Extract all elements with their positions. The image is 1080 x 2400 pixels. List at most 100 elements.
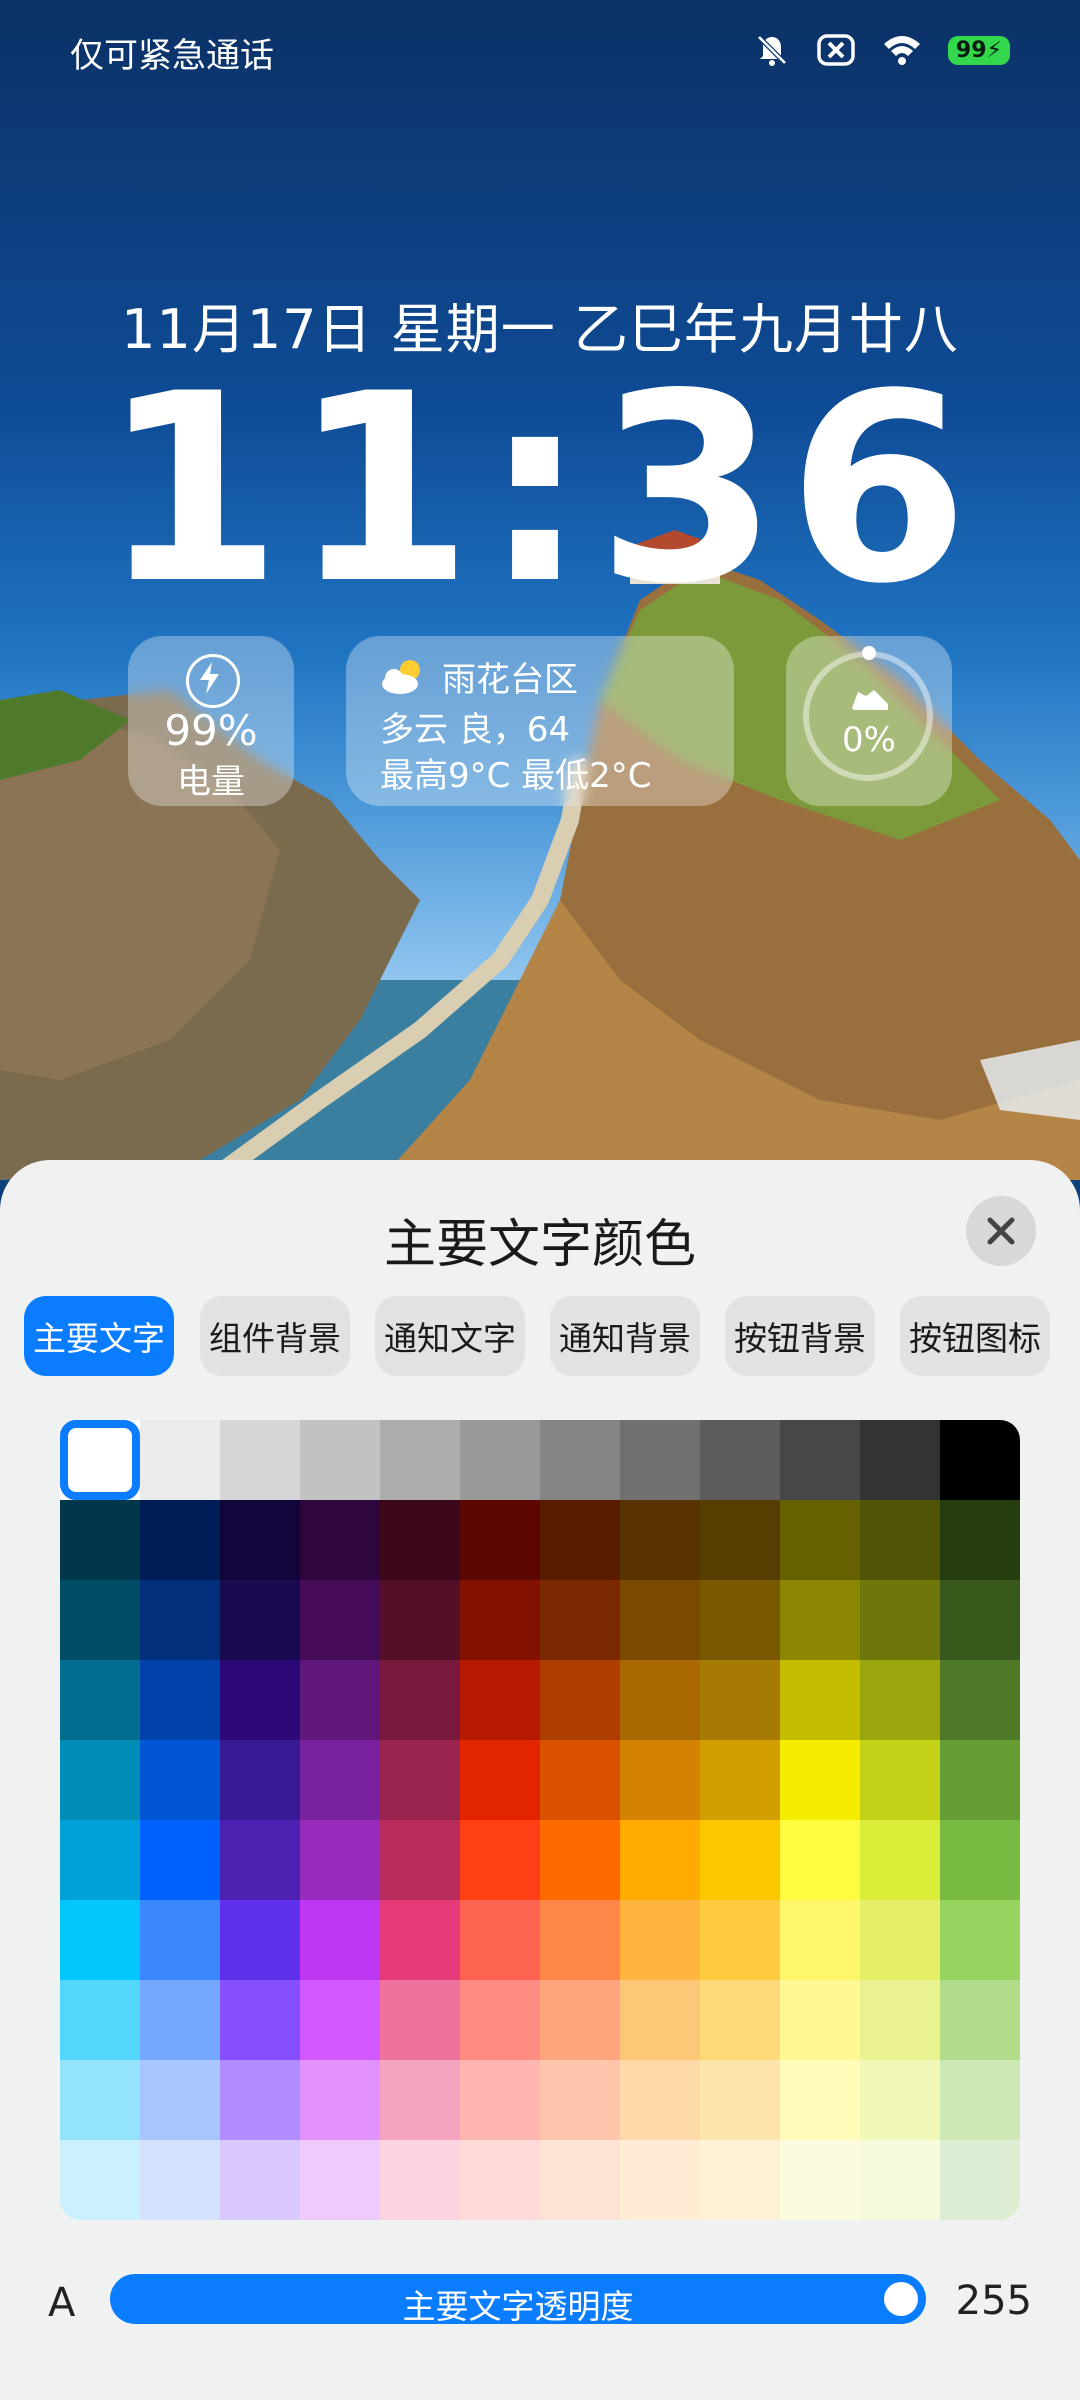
color-swatch[interactable] [60,1580,140,1660]
tab-button-icon[interactable]: 按钮图标 [900,1296,1050,1376]
color-swatch[interactable] [860,1580,940,1660]
close-button[interactable] [966,1196,1036,1266]
tab-widget-background[interactable]: 组件背景 [200,1296,350,1376]
color-swatch[interactable] [940,1500,1020,1580]
color-swatch[interactable] [780,1500,860,1580]
color-swatch[interactable] [540,1420,620,1500]
color-swatch[interactable] [780,1660,860,1740]
color-swatch[interactable] [860,1740,940,1820]
color-swatch[interactable] [940,2060,1020,2140]
color-swatch[interactable] [700,1660,780,1740]
color-swatch[interactable] [140,1660,220,1740]
color-swatch[interactable] [540,2060,620,2140]
color-swatch[interactable] [140,1420,220,1500]
color-swatch[interactable] [60,1900,140,1980]
color-swatch[interactable] [620,1900,700,1980]
color-swatch[interactable] [380,1420,460,1500]
color-swatch[interactable] [860,1980,940,2060]
color-swatch[interactable] [540,1660,620,1740]
color-swatch[interactable] [620,2140,700,2220]
color-swatch[interactable] [380,1660,460,1740]
color-swatch[interactable] [140,1500,220,1580]
color-swatch[interactable] [700,1900,780,1980]
color-swatch[interactable] [860,2140,940,2220]
selected-color-indicator[interactable] [60,1420,140,1500]
color-swatch[interactable] [540,1900,620,1980]
color-swatch[interactable] [220,2140,300,2220]
color-swatch[interactable] [940,1980,1020,2060]
color-swatch[interactable] [940,1820,1020,1900]
battery-widget[interactable]: 99% 电量 [128,636,294,806]
color-swatch[interactable] [140,1980,220,2060]
color-swatch[interactable] [300,1740,380,1820]
color-swatch[interactable] [620,1740,700,1820]
color-swatch[interactable] [140,1740,220,1820]
color-swatch[interactable] [540,1980,620,2060]
weather-widget[interactable]: 雨花台区 多云 良，64 最高9°C 最低2°C [346,636,734,806]
color-swatch[interactable] [380,2060,460,2140]
color-swatch[interactable] [860,2060,940,2140]
color-swatch[interactable] [460,1580,540,1660]
color-swatch[interactable] [460,1420,540,1500]
color-swatch[interactable] [940,2140,1020,2220]
color-swatch[interactable] [60,2140,140,2220]
color-swatch[interactable] [60,1820,140,1900]
color-swatch[interactable] [700,1500,780,1580]
color-swatch[interactable] [700,1820,780,1900]
color-swatch[interactable] [380,1820,460,1900]
color-swatch[interactable] [460,1900,540,1980]
color-swatch[interactable] [220,1420,300,1500]
tab-primary-text[interactable]: 主要文字 [24,1296,174,1376]
color-swatch[interactable] [300,1580,380,1660]
color-swatch[interactable] [380,1980,460,2060]
color-swatch[interactable] [860,1660,940,1740]
color-swatch[interactable] [780,1820,860,1900]
color-swatch[interactable] [700,1980,780,2060]
color-swatch[interactable] [780,1740,860,1820]
color-swatch[interactable] [860,1420,940,1500]
tab-notification-background[interactable]: 通知背景 [550,1296,700,1376]
color-swatch[interactable] [700,2140,780,2220]
color-swatch[interactable] [220,1820,300,1900]
color-swatch[interactable] [460,2140,540,2220]
opacity-slider-knob[interactable] [884,2282,918,2316]
color-swatch[interactable] [300,2060,380,2140]
color-swatch[interactable] [700,1740,780,1820]
color-swatch[interactable] [220,1660,300,1740]
color-swatch[interactable] [380,1740,460,1820]
color-swatch[interactable] [620,1660,700,1740]
tab-notification-text[interactable]: 通知文字 [375,1296,525,1376]
color-swatch[interactable] [700,1580,780,1660]
color-swatch[interactable] [300,1980,380,2060]
color-swatch[interactable] [300,2140,380,2220]
color-swatch[interactable] [300,1900,380,1980]
color-swatch[interactable] [60,1740,140,1820]
color-swatch[interactable] [300,1500,380,1580]
steps-widget[interactable]: 0% [786,636,952,806]
color-swatch[interactable] [460,1740,540,1820]
color-swatch[interactable] [60,1500,140,1580]
color-swatch[interactable] [300,1420,380,1500]
color-swatch[interactable] [540,1740,620,1820]
color-swatch[interactable] [300,1660,380,1740]
color-swatch[interactable] [380,1900,460,1980]
tab-button-background[interactable]: 按钮背景 [725,1296,875,1376]
color-swatch[interactable] [140,2060,220,2140]
color-swatch[interactable] [60,2060,140,2140]
color-swatch[interactable] [700,1420,780,1500]
color-swatch[interactable] [220,1900,300,1980]
color-swatch[interactable] [460,1980,540,2060]
color-swatch[interactable] [140,1900,220,1980]
color-swatch[interactable] [940,1660,1020,1740]
color-swatch[interactable] [940,1900,1020,1980]
color-swatch[interactable] [940,1740,1020,1820]
color-swatch[interactable] [220,1740,300,1820]
opacity-slider[interactable]: 主要文字透明度 [110,2274,926,2326]
color-swatch[interactable] [220,1500,300,1580]
color-swatch[interactable] [140,1580,220,1660]
color-swatch[interactable] [380,2140,460,2220]
color-swatch[interactable] [620,1980,700,2060]
color-swatch[interactable] [540,1820,620,1900]
color-swatch[interactable] [140,1820,220,1900]
color-swatch[interactable] [620,1580,700,1660]
